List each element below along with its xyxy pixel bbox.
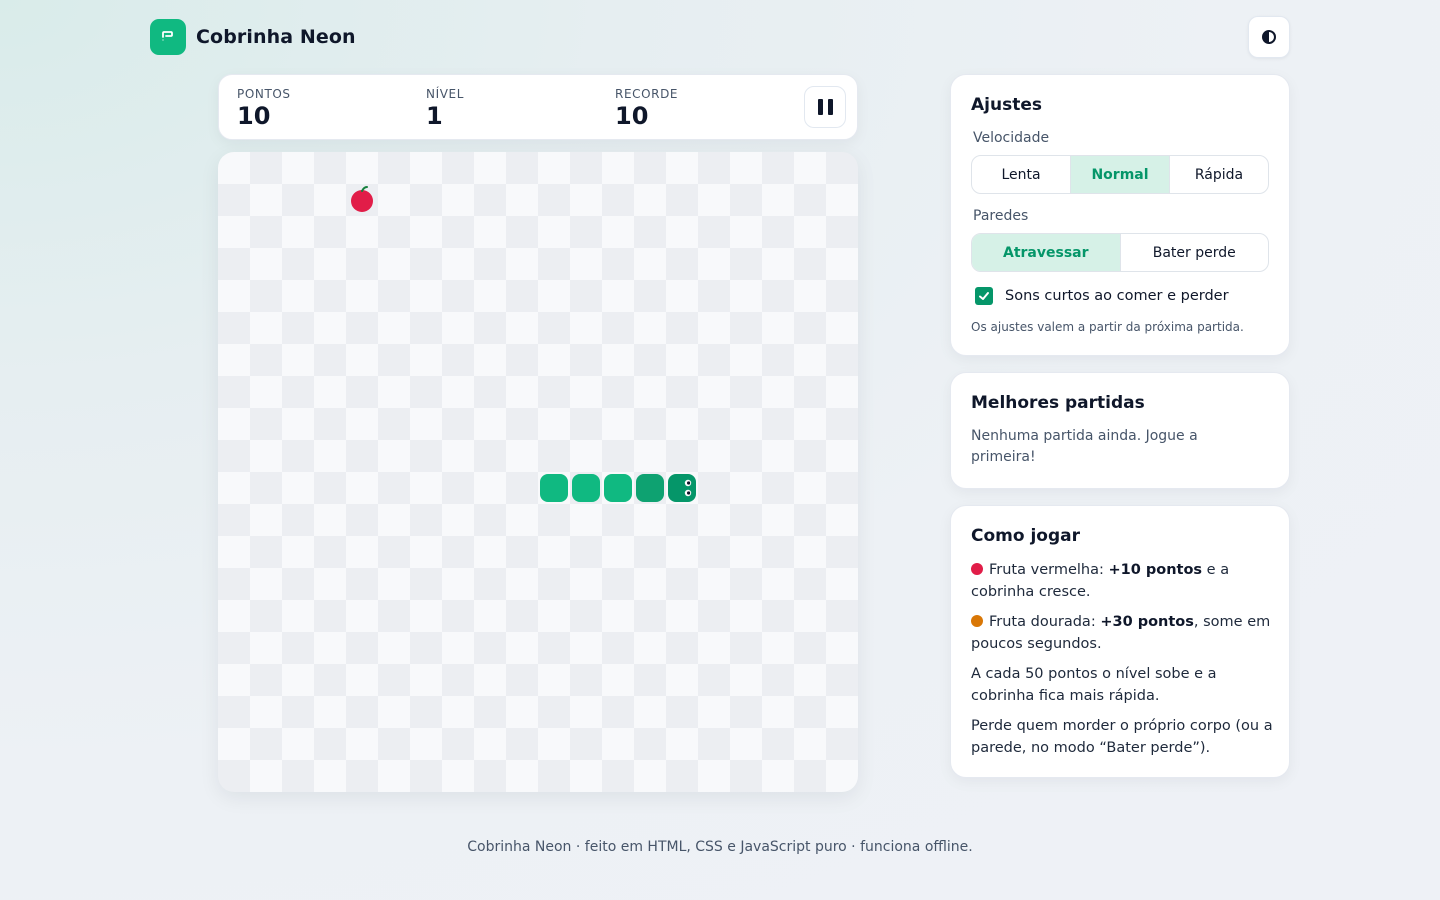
rule-level: A cada 50 pontos o nível sobe e a cobrin… bbox=[971, 666, 1217, 704]
level-value: 1 bbox=[426, 102, 443, 130]
how-to-play-title: Como jogar bbox=[971, 526, 1080, 546]
pause-icon-bar bbox=[827, 99, 833, 115]
contrast-icon bbox=[1262, 30, 1276, 44]
settings-card: Ajustes Velocidade Lenta Normal Rápida P… bbox=[950, 74, 1290, 356]
sound-toggle[interactable]: Sons curtos ao comer e perder bbox=[975, 287, 1229, 305]
record-label: RECORDE bbox=[615, 87, 679, 101]
rule-red-fruit-prefix: Fruta vermelha: bbox=[989, 562, 1109, 578]
theme-toggle-button[interactable] bbox=[1248, 16, 1290, 58]
rule-gold-fruit: Fruta dourada: +30 pontos, some em pouco… bbox=[971, 611, 1271, 655]
snake-body-segment bbox=[540, 474, 568, 502]
rule-gold-fruit-points: +30 pontos bbox=[1100, 614, 1194, 630]
points-value: 10 bbox=[237, 102, 271, 130]
snake-body-segment bbox=[604, 474, 632, 502]
gold-fruit-dot-icon bbox=[971, 615, 983, 627]
how-to-play-card: Como jogar Fruta vermelha: +10 pontos e … bbox=[950, 505, 1290, 778]
points-label: PONTOS bbox=[237, 87, 291, 101]
best-scores-title: Melhores partidas bbox=[971, 393, 1145, 413]
game-board[interactable] bbox=[218, 152, 858, 792]
record-value: 10 bbox=[615, 102, 649, 130]
sound-label: Sons curtos ao comer e perder bbox=[1005, 288, 1229, 304]
rule-red-fruit-points: +10 pontos bbox=[1108, 562, 1203, 578]
scoreboard: PONTOS 10 NÍVEL 1 RECORDE 10 bbox=[218, 74, 858, 140]
sound-checkbox[interactable] bbox=[975, 287, 993, 305]
footer-text: Cobrinha Neon · feito em HTML, CSS e Jav… bbox=[467, 839, 973, 855]
walls-selector: Atravessar Bater perde bbox=[971, 233, 1269, 272]
record-stat: RECORDE 10 bbox=[615, 87, 678, 130]
walls-option-wrap[interactable]: Atravessar bbox=[972, 234, 1121, 271]
app-header: Cobrinha Neon bbox=[150, 19, 356, 55]
points-stat: PONTOS 10 bbox=[237, 87, 291, 130]
snake-eyes-icon bbox=[684, 479, 692, 497]
speed-option-fast[interactable]: Rápida bbox=[1170, 156, 1268, 193]
speed-label: Velocidade bbox=[973, 130, 1050, 146]
speed-option-normal[interactable]: Normal bbox=[1071, 156, 1170, 193]
best-scores-empty: Nenhuma partida ainda. Jogue a primeira! bbox=[971, 428, 1198, 465]
checkmark-icon bbox=[979, 292, 989, 300]
rule-gold-fruit-prefix: Fruta dourada: bbox=[989, 614, 1101, 630]
app-title: Cobrinha Neon bbox=[196, 26, 356, 48]
snake-body-segment bbox=[572, 474, 600, 502]
settings-note: Os ajustes valem a partir da próxima par… bbox=[971, 320, 1244, 334]
rule-red-fruit: Fruta vermelha: +10 pontos e a cobrinha … bbox=[971, 559, 1271, 603]
pause-icon bbox=[817, 99, 823, 115]
settings-title: Ajustes bbox=[971, 95, 1042, 115]
rule-lose: Perde quem morder o próprio corpo (ou a … bbox=[971, 718, 1273, 756]
best-scores-card: Melhores partidas Nenhuma partida ainda.… bbox=[950, 372, 1290, 489]
walls-option-collide[interactable]: Bater perde bbox=[1121, 234, 1269, 271]
snake-head bbox=[668, 474, 696, 502]
walls-label: Paredes bbox=[973, 208, 1029, 224]
speed-option-slow[interactable]: Lenta bbox=[972, 156, 1071, 193]
snake-logo-icon bbox=[150, 19, 186, 55]
level-label: NÍVEL bbox=[426, 87, 464, 101]
pause-button[interactable] bbox=[804, 86, 846, 128]
red-fruit bbox=[351, 186, 373, 212]
speed-selector: Lenta Normal Rápida bbox=[971, 155, 1269, 194]
red-fruit-dot-icon bbox=[971, 563, 983, 575]
snake-body-segment bbox=[636, 474, 664, 502]
level-stat: NÍVEL 1 bbox=[426, 87, 464, 130]
